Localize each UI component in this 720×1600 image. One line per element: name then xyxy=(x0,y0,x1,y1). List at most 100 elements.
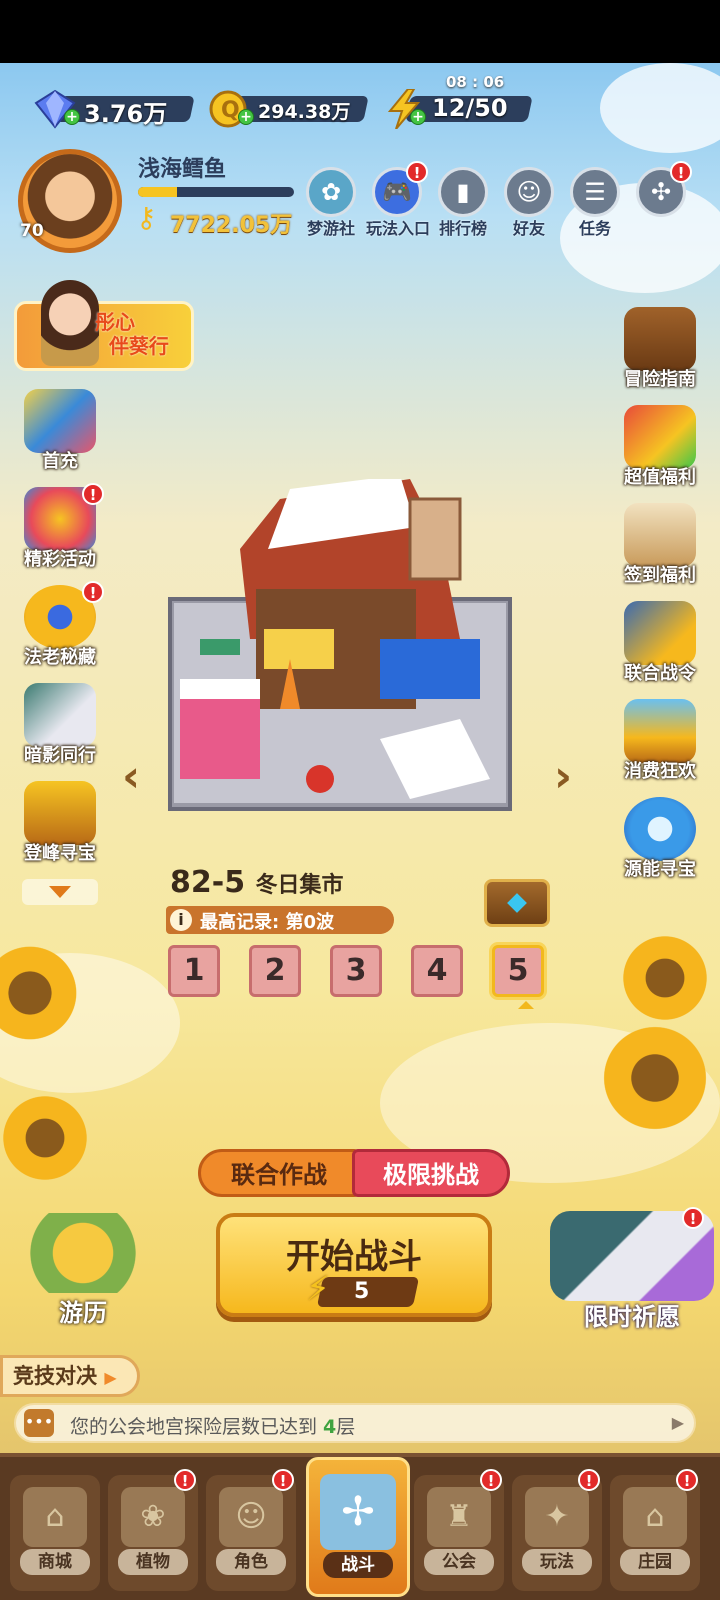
nav-characters[interactable]: ☺ 角色! xyxy=(206,1469,296,1591)
side-value-deals[interactable]: 超值福利 xyxy=(610,405,710,489)
play-arrow-icon: ▶ xyxy=(104,1368,117,1387)
best-record-text: 最高记录: 第0波 xyxy=(200,912,334,933)
energy-counter[interactable]: + 12/50 xyxy=(384,89,534,129)
top-icon-more[interactable]: ✣! xyxy=(630,161,692,217)
side-first-recharge[interactable]: 首充 xyxy=(10,389,110,473)
nav-guild[interactable]: ♜ 公会! xyxy=(414,1469,504,1591)
chat-bubble-icon: ••• xyxy=(24,1409,54,1437)
guild-castle-icon: ♜ xyxy=(427,1487,491,1547)
character-icon: ☺ xyxy=(219,1487,283,1547)
side-summit-treasure[interactable]: 登峰寻宝 xyxy=(10,781,110,865)
wave-button-5[interactable]: 5 xyxy=(492,945,544,997)
banner-text: 彤心 伴葵行 xyxy=(95,310,169,358)
dream-club-icon: ✿ xyxy=(306,167,356,217)
top-icon-gameplay-entry[interactable]: 🎮 玩法入口! xyxy=(366,161,430,239)
key-icon: ⚷ xyxy=(136,201,157,234)
alert-badge: ! xyxy=(682,1207,704,1229)
sunflower-decor xyxy=(600,1023,710,1133)
alert-badge: ! xyxy=(406,161,428,183)
side-shadow-companion[interactable]: 暗影同行 xyxy=(10,683,110,767)
key-value: 7722.05万 xyxy=(170,213,293,238)
travel-button[interactable]: 游历 xyxy=(10,1213,156,1328)
info-icon[interactable]: i xyxy=(170,909,192,931)
diamond-counter[interactable]: + 3.76万 xyxy=(34,89,195,129)
banner-portrait xyxy=(41,280,99,366)
event-banner[interactable]: 彤心 伴葵行 xyxy=(14,280,194,371)
alert-badge: ! xyxy=(82,581,104,603)
start-battle-button[interactable]: 开始战斗 5 ⚡ xyxy=(216,1213,492,1317)
nav-gameplay[interactable]: ✦ 玩法! xyxy=(512,1469,602,1591)
chevron-down-icon xyxy=(49,886,71,898)
carnival-icon xyxy=(624,699,696,763)
coin-counter[interactable]: Q + 294.38万 xyxy=(208,90,369,128)
treasure-chest-icon xyxy=(20,1213,146,1293)
alert-badge: ! xyxy=(670,161,692,183)
energy-timer: 08 : 06 xyxy=(446,73,505,91)
best-record-bar: i 最高记录: 第0波 xyxy=(166,906,394,934)
stage-reward-chest[interactable] xyxy=(484,879,550,927)
top-icon-leaderboard[interactable]: ▮ 排行榜 xyxy=(432,167,494,239)
side-events[interactable]: 精彩活动! xyxy=(10,483,110,571)
limit-challenge-tab[interactable]: 极限挑战 xyxy=(352,1149,510,1197)
nav-battle[interactable]: ✢ 战斗 xyxy=(306,1457,410,1597)
windmill-icon: ✢ xyxy=(320,1474,396,1550)
diamond-value: 3.76万 xyxy=(84,100,168,128)
side-spending-carnival[interactable]: 消费狂欢 xyxy=(610,699,710,783)
gameplay-icon: ✦ xyxy=(525,1487,589,1547)
side-battle-pass[interactable]: 联合战令 xyxy=(610,601,710,685)
add-diamond-button[interactable]: + xyxy=(64,109,80,125)
friends-icon: ☺ xyxy=(504,167,554,217)
expand-side-menu-button[interactable] xyxy=(22,879,98,905)
top-icon-friends[interactable]: ☺ 好友 xyxy=(498,167,560,239)
game-home-screen: + 3.76万 Q + 294.38万 + 12/50 08 : 06 70 浅… xyxy=(0,63,720,1600)
side-energy-treasure[interactable]: 源能寻宝 xyxy=(610,797,710,881)
calendar-icon xyxy=(624,503,696,567)
side-checkin-reward[interactable]: 签到福利 xyxy=(610,503,710,587)
nav-shop[interactable]: ⌂ 商城 xyxy=(10,1475,100,1591)
guide-book-icon xyxy=(624,307,696,371)
limited-wish-button[interactable]: 限时祈愿! xyxy=(550,1207,714,1332)
top-icon-tasks[interactable]: ☰ 任务 xyxy=(564,167,626,239)
summit-treasure-icon xyxy=(24,781,96,845)
prev-stage-button[interactable]: ‹ xyxy=(122,755,156,799)
stage-preview-winter-market[interactable] xyxy=(160,479,520,849)
wave-button-1[interactable]: 1 xyxy=(168,945,220,997)
shadow-companion-icon xyxy=(24,683,96,747)
selected-wave-pointer xyxy=(518,1001,534,1009)
wave-button-3[interactable]: 3 xyxy=(330,945,382,997)
wave-button-4[interactable]: 4 xyxy=(411,945,463,997)
chest-gem-icon xyxy=(507,893,527,913)
alert-badge: ! xyxy=(578,1469,600,1491)
coin-value: 294.38万 xyxy=(258,101,351,123)
bottom-nav: ⌂ 商城 ❀ 植物! ☺ 角色! ✢ 战斗 ♜ 公会! ✦ 玩法! ⌂ 庄园! xyxy=(0,1453,720,1600)
sunflower-decor xyxy=(0,1093,90,1183)
stage-title: 82-5 冬日集市 xyxy=(170,865,344,900)
nav-manor[interactable]: ⌂ 庄园! xyxy=(610,1469,700,1591)
next-stage-button[interactable]: › xyxy=(554,755,588,799)
leaderboard-icon: ▮ xyxy=(438,167,488,217)
wave-button-2[interactable]: 2 xyxy=(249,945,301,997)
energy-orb-icon xyxy=(624,797,696,861)
player-name: 浅海鳕鱼 xyxy=(138,157,227,182)
add-energy-button[interactable]: + xyxy=(410,109,426,125)
energy-value: 12/50 xyxy=(432,94,508,122)
cloud-decor xyxy=(600,63,720,153)
coop-battle-tab[interactable]: 联合作战 xyxy=(198,1149,360,1197)
tasks-icon: ☰ xyxy=(570,167,620,217)
top-icon-dream-club[interactable]: ✿ 梦游社 xyxy=(300,167,362,239)
arena-button[interactable]: 竞技对决 ▶ xyxy=(0,1355,140,1397)
stage-code: 82-5 xyxy=(170,865,246,900)
add-coin-button[interactable]: + xyxy=(238,109,254,125)
plant-icon: ❀ xyxy=(121,1487,185,1547)
energy-cost: 5 xyxy=(316,1277,420,1307)
start-battle-label: 开始战斗 xyxy=(286,1237,422,1277)
side-pharaoh-treasure[interactable]: 法老秘藏! xyxy=(10,581,110,669)
notice-text: 您的公会地宫探险层数已达到 4层 xyxy=(70,1416,356,1438)
alert-badge: ! xyxy=(676,1469,698,1491)
stage-name: 冬日集市 xyxy=(255,873,344,898)
side-adventure-guide[interactable]: 冒险指南 xyxy=(610,307,710,391)
sunflower-decor xyxy=(620,933,710,1023)
guild-notice-bar[interactable]: ••• 您的公会地宫探险层数已达到 4层 ▶ xyxy=(14,1403,696,1443)
nav-plants[interactable]: ❀ 植物! xyxy=(108,1469,198,1591)
xp-bar xyxy=(138,187,294,197)
